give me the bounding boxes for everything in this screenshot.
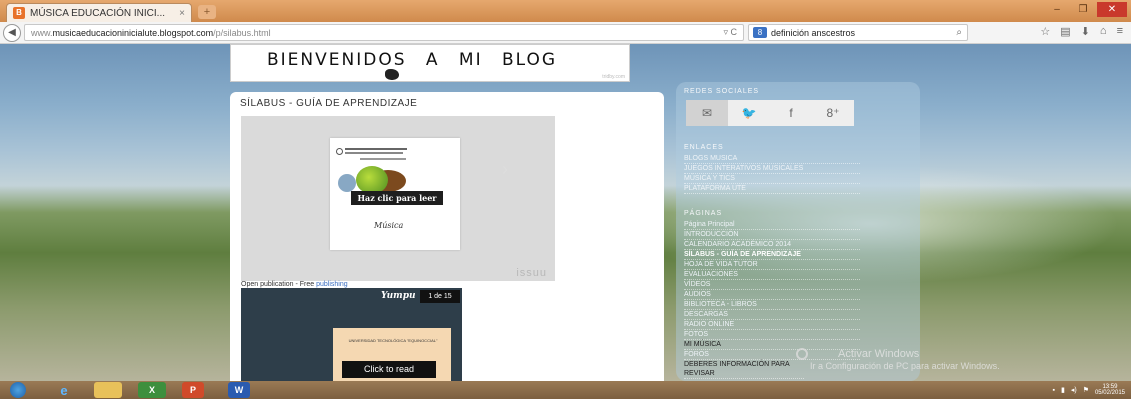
back-button[interactable]: ◀ — [3, 23, 21, 42]
page-link[interactable]: Página Principal — [684, 220, 860, 230]
page-link[interactable]: DEBERES INFORMACIÓN PARA REVISAR — [684, 360, 804, 379]
page-link-active[interactable]: SÍLABUS - GUÍA DE APRENDIZAJE — [684, 250, 860, 260]
yumpu-doc-text: UNIVERSIDAD TECNOLÓGICA "EQUINOCCIAL" — [348, 338, 438, 343]
activate-subtitle: Ir a Configuración de PC para activar Wi… — [810, 361, 1000, 371]
publication-line: Open publication - Free publishing — [241, 281, 348, 288]
page-link[interactable]: BIBLIOTECA - LIBROS — [684, 300, 860, 310]
new-tab-button[interactable]: + — [198, 5, 216, 19]
menu-icon[interactable]: ≡ — [1117, 25, 1123, 38]
taskbar: e X P W ▪ ▮ ◂) ⚑ 13:59 05/02/2015 — [0, 381, 1131, 399]
bookmark-star-icon[interactable]: ☆ — [1040, 25, 1050, 38]
social-title: REDES SOCIALES — [684, 88, 760, 95]
sidebar: REDES SOCIALES ✉ 🐦 f 8⁺ ENLACES BLOGS MU… — [676, 82, 920, 381]
links-title: ENLACES — [684, 144, 724, 151]
start-button-icon[interactable] — [10, 382, 26, 398]
cover-script: Música — [374, 221, 404, 230]
yumpu-next-icon[interactable]: › — [502, 159, 508, 180]
browser-tab[interactable]: B MÚSICA EDUCACIÓN INICI... × — [6, 3, 192, 22]
post-title: SÍLABUS - GUÍA DE APRENDIZAJE — [240, 98, 418, 109]
url-path: /p/silabus.html — [213, 27, 271, 38]
navigation-bar: ◀ www. musicaeducacioninicialute.blogspo… — [0, 22, 1131, 44]
page-link[interactable]: AUDIOS — [684, 290, 860, 300]
yumpu-page-counter: 1 de 15 — [420, 290, 460, 303]
mail-icon[interactable]: ✉ — [686, 100, 728, 126]
internet-explorer-icon[interactable]: e — [50, 382, 78, 398]
cover-image-apple — [356, 166, 388, 194]
university-seal-icon — [336, 148, 343, 155]
page-link[interactable]: EVALUACIONES — [684, 270, 860, 280]
word-icon[interactable]: W — [228, 382, 250, 398]
powerpoint-icon[interactable]: P — [182, 382, 204, 398]
tab-strip: B MÚSICA EDUCACIÓN INICI... × + – ❐ ✕ — [0, 0, 1131, 22]
yumpu-read-button[interactable]: Click to read — [342, 361, 436, 378]
clock-date: 05/02/2015 — [1094, 390, 1125, 396]
links-list: BLOGS MUSICA JUEGOS INTERATIVOS MUSICALE… — [684, 154, 860, 194]
link-item[interactable]: JUEGOS INTERATIVOS MUSICALES — [684, 164, 860, 174]
window-close-button[interactable]: ✕ — [1097, 2, 1127, 17]
blog-header-banner[interactable]: BIENVENIDOS A MI BLOG tridby.com — [230, 44, 630, 82]
page-link[interactable]: FOTOS — [684, 330, 860, 340]
banner-watermark: tridby.com — [602, 74, 625, 80]
activate-title: Activar Windows — [838, 348, 920, 360]
social-buttons: ✉ 🐦 f 8⁺ — [686, 100, 854, 126]
activate-windows-watermark: Activar Windows Ir a Configuración de PC… — [796, 348, 1000, 372]
excel-icon[interactable]: X — [138, 382, 166, 398]
issuu-logo[interactable]: issuu — [516, 267, 547, 279]
link-item[interactable]: MÚSICA Y TICS — [684, 174, 860, 184]
bookmarks-list-icon[interactable]: ▤ — [1060, 25, 1070, 38]
publishing-link[interactable]: publishing — [316, 281, 348, 288]
banner-logo-icon — [385, 69, 399, 80]
page-link[interactable]: RADIO ONLINE — [684, 320, 860, 330]
tray-volume-icon[interactable]: ◂) — [1071, 386, 1077, 394]
yumpu-embed[interactable]: Yumpu 1 de 15 UNIVERSIDAD TECNOLÓGICA "E… — [241, 288, 462, 381]
maximize-button[interactable]: ❐ — [1071, 2, 1095, 17]
url-prefix: www. — [31, 27, 53, 38]
tray-network-icon[interactable]: ▮ — [1061, 386, 1065, 394]
tray-flag-icon[interactable]: ⚑ — [1083, 386, 1089, 394]
cover-line — [360, 158, 406, 160]
address-bar[interactable]: www. musicaeducacioninicialute.blogspot.… — [24, 24, 744, 41]
page-link[interactable]: DESCARGAS — [684, 310, 860, 320]
twitter-icon[interactable]: 🐦 — [728, 100, 770, 126]
blogger-favicon-icon: B — [13, 7, 25, 19]
tray-app-icon[interactable]: ▪ — [1052, 387, 1054, 394]
link-item[interactable]: BLOGS MUSICA — [684, 154, 860, 164]
link-item[interactable]: PLATAFORMA UTE — [684, 184, 860, 194]
url-domain: musicaeducacioninicialute.blogspot.com — [52, 27, 214, 38]
post-column: SÍLABUS - GUÍA DE APRENDIZAJE Música Haz… — [230, 92, 664, 381]
page-viewport: BIENVENIDOS A MI BLOG tridby.com SÍLABUS… — [0, 44, 1131, 381]
clock[interactable]: 13:59 05/02/2015 — [1095, 384, 1125, 396]
banner-title: BIENVENIDOS A MI BLOG — [267, 50, 558, 70]
key-icon — [796, 348, 808, 360]
page-link[interactable]: CALENDARIO ACADÉMICO 2014 — [684, 240, 860, 250]
downloads-icon[interactable]: ⬇ — [1081, 25, 1090, 38]
issuu-read-button[interactable]: Haz clic para leer — [351, 191, 443, 205]
search-icon[interactable]: ⌕ — [956, 27, 962, 38]
minimize-button[interactable]: – — [1045, 2, 1069, 17]
issuu-embed[interactable]: Música Haz clic para leer issuu — [241, 116, 555, 281]
googleplus-icon[interactable]: 8⁺ — [812, 100, 854, 126]
publication-text: Open publication - Free — [241, 281, 317, 288]
tab-close-button[interactable]: × — [179, 8, 185, 19]
page-link[interactable]: INTRODUCCIÓN — [684, 230, 860, 240]
page-link[interactable]: VÍDEOS — [684, 280, 860, 290]
tab-title: MÚSICA EDUCACIÓN INICI... — [30, 7, 166, 19]
toolbar-icons: ☆ ▤ ⬇ ⌂ ≡ — [1040, 25, 1123, 38]
reload-icon[interactable]: ▿ C — [723, 27, 737, 38]
file-explorer-icon[interactable] — [94, 382, 122, 398]
page-link[interactable]: HOJA DE VIDA TUTOR — [684, 260, 860, 270]
facebook-icon[interactable]: f — [770, 100, 812, 126]
system-tray: ▪ ▮ ◂) ⚑ 13:59 05/02/2015 — [1052, 384, 1125, 396]
peace-icon — [338, 174, 356, 192]
cover-line — [345, 148, 407, 150]
search-engine-icon[interactable]: 8 — [753, 27, 767, 38]
cover-line — [345, 152, 403, 154]
search-text: definición anscestros — [771, 27, 856, 38]
yumpu-logo[interactable]: Yumpu — [381, 291, 416, 301]
pages-title: PÁGINAS — [684, 210, 723, 217]
search-bar[interactable]: 8 definición anscestros ⌕ — [748, 24, 968, 41]
home-icon[interactable]: ⌂ — [1100, 25, 1107, 38]
window-controls: – ❐ ✕ — [1045, 2, 1127, 17]
